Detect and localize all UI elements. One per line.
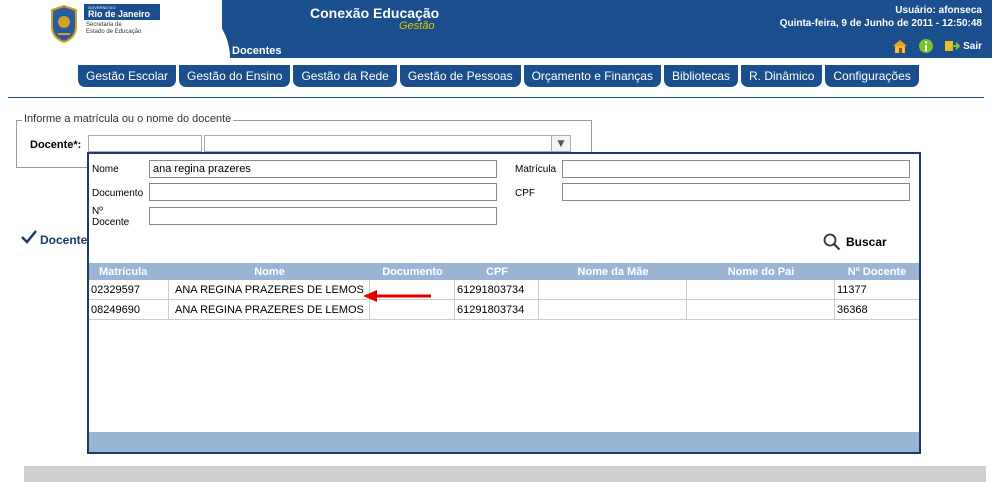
cell-matricula: 02329597: [89, 280, 169, 300]
bottom-bar: [24, 466, 986, 482]
table-row[interactable]: 08249690 ANA REGINA PRAZERES DE LEMOS 61…: [89, 300, 919, 320]
buscar-button[interactable]: Buscar: [823, 233, 887, 251]
ndocente-label-line1: Nº: [92, 206, 103, 217]
header-bar: GOVERNO DO Rio de Janeiro Secretaria de …: [0, 0, 992, 58]
app-title: Conexão Educação: [310, 5, 440, 21]
logo-secretaria-text: Secretaria de Estado de Educação: [86, 22, 141, 36]
nav-gestao-escolar[interactable]: Gestão Escolar: [78, 65, 177, 87]
separator-line: [8, 97, 984, 98]
logout-label: Sair: [963, 40, 982, 52]
main-nav: Gestão Escolar Gestão do Ensino Gestão d…: [78, 65, 919, 87]
docente-dropdown-button[interactable]: ▼: [551, 135, 571, 152]
cell-nome-pai: [687, 280, 835, 300]
red-arrow-annotation: [363, 290, 431, 302]
page-title: Docentes: [232, 45, 282, 57]
cell-nome: ANA REGINA PRAZERES DE LEMOS: [169, 280, 370, 300]
col-matricula[interactable]: Matrícula: [89, 263, 169, 280]
date-label: Quinta-feira, 9 de Junho de 2011 - 12:50…: [779, 18, 982, 29]
docente-name-input[interactable]: [204, 135, 552, 152]
tab-docentes[interactable]: Docentes: [40, 233, 94, 247]
cell-n-docente: 11377: [837, 284, 867, 296]
nome-label: Nome: [92, 164, 119, 175]
docente-label: Docente*:: [30, 139, 82, 151]
cell-cpf: 61291803734: [455, 280, 539, 300]
logout-icon: [945, 41, 961, 51]
cell-matricula: 08249690: [89, 300, 169, 320]
coat-of-arms-icon: [51, 4, 77, 44]
col-nome[interactable]: Nome: [169, 263, 370, 280]
buscar-label: Buscar: [846, 235, 887, 249]
col-nome-mae[interactable]: Nome da Mãe: [539, 263, 687, 280]
results-table-footer: [89, 432, 919, 452]
logo-estado-line: Estado de Educação: [86, 29, 142, 35]
nav-gestao-da-rede[interactable]: Gestão da Rede: [293, 65, 397, 87]
nav-configuracoes[interactable]: Configurações: [825, 65, 919, 87]
home-icon[interactable]: [892, 38, 908, 54]
cell-cpf: 61291803734: [455, 300, 539, 320]
results-table-body: 02329597 ANA REGINA PRAZERES DE LEMOS 61…: [89, 280, 919, 320]
info-icon[interactable]: [918, 38, 934, 54]
ndocente-label-line2: Docente: [92, 217, 130, 228]
docente-code-input[interactable]: [88, 135, 202, 152]
logout-button[interactable]: Sair: [944, 39, 982, 53]
cell-n-docente: 36368: [837, 304, 868, 316]
cell-documento: [370, 300, 455, 320]
nav-gestao-do-ensino[interactable]: Gestão do Ensino: [179, 65, 291, 87]
check-icon: [21, 230, 37, 244]
cpf-label: CPF: [515, 188, 535, 199]
cell-nome: ANA REGINA PRAZERES DE LEMOS: [169, 300, 370, 320]
nav-r-dinamico[interactable]: R. Dinâmico: [741, 65, 823, 87]
nav-gestao-de-pessoas[interactable]: Gestão de Pessoas: [399, 65, 521, 87]
col-n-docente[interactable]: Nº Docente: [835, 263, 919, 280]
search-icon: [823, 233, 841, 251]
nav-bibliotecas[interactable]: Bibliotecas: [663, 65, 739, 87]
search-fieldset-legend: Informe a matrícula ou o nome do docente: [22, 113, 234, 125]
matricula-input[interactable]: [562, 160, 910, 178]
ndocente-input[interactable]: [149, 207, 497, 225]
nav-orcamento-e-financas[interactable]: Orçamento e Finanças: [523, 65, 661, 87]
ndocente-label: Nº Docente: [92, 206, 129, 228]
header-icons: Sair: [892, 37, 982, 55]
col-documento[interactable]: Documento: [370, 263, 455, 280]
table-row[interactable]: 02329597 ANA REGINA PRAZERES DE LEMOS 61…: [89, 280, 919, 300]
col-nome-pai[interactable]: Nome do Pai: [687, 263, 835, 280]
results-table-header: Matrícula Nome Documento CPF Nome da Mãe…: [89, 263, 919, 280]
cpf-input[interactable]: [562, 183, 910, 201]
cell-nome-mae: [539, 300, 687, 320]
matricula-label: Matrícula: [515, 164, 557, 175]
docente-search-popup: Nome ana regina prazeres Matrícula Docum…: [87, 152, 921, 454]
app-subtitle: Gestão: [399, 20, 435, 32]
documento-label: Documento: [92, 188, 144, 199]
logo-area: GOVERNO DO Rio de Janeiro Secretaria de …: [0, 0, 222, 58]
cell-nome-pai: [687, 300, 835, 320]
user-label: Usuário: afonseca: [895, 5, 982, 16]
logo-rio-text: Rio de Janeiro: [88, 9, 151, 19]
nome-input[interactable]: ana regina prazeres: [149, 160, 497, 178]
col-cpf[interactable]: CPF: [455, 263, 539, 280]
cell-nome-mae: [539, 280, 687, 300]
logo-secretaria-line: Secretaria de: [86, 22, 122, 28]
documento-input[interactable]: [149, 183, 497, 201]
